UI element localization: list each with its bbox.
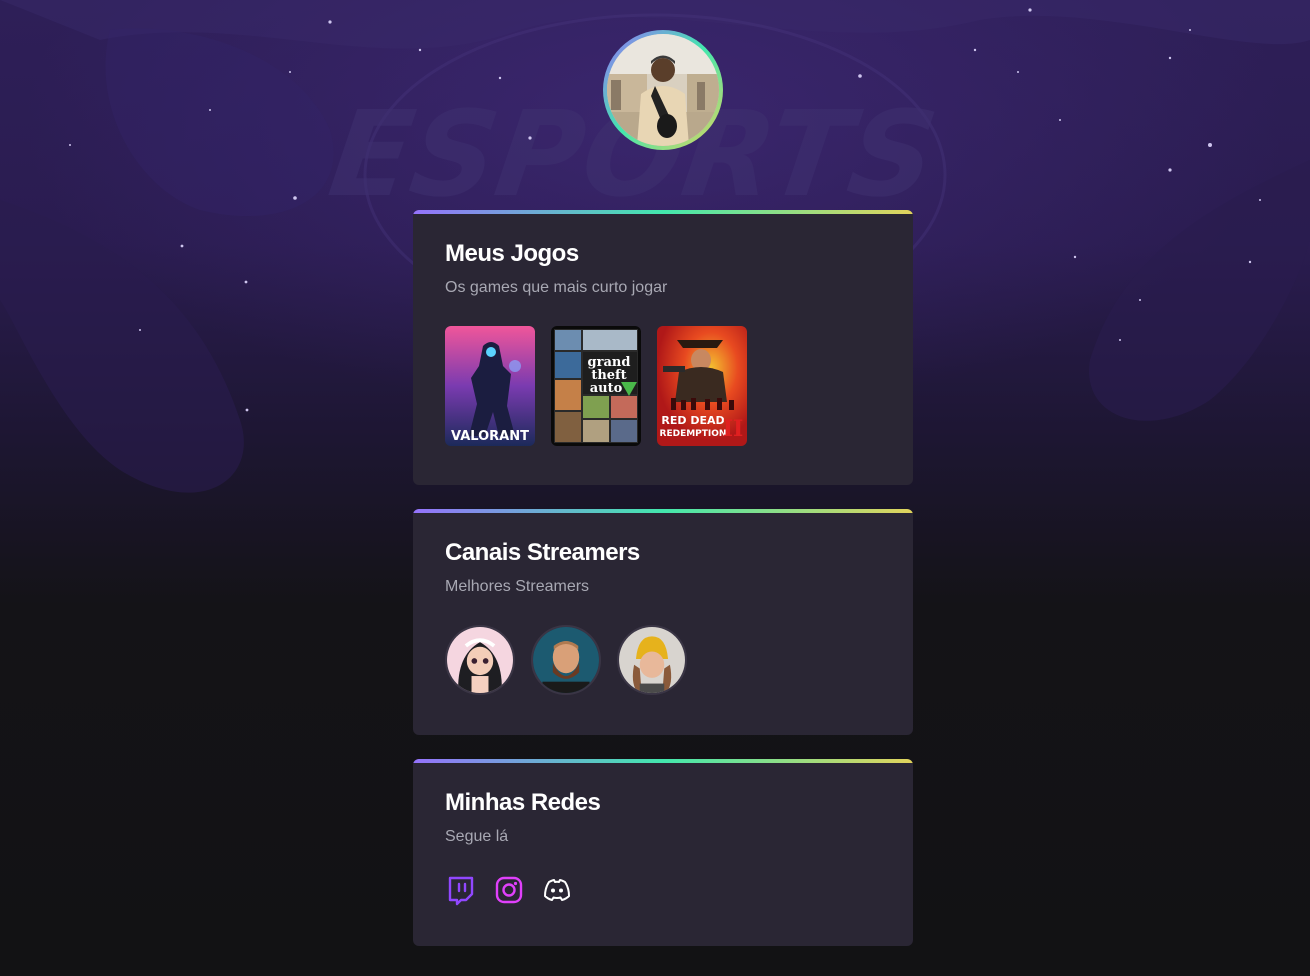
streamers-card-title: Canais Streamers [445, 539, 640, 566]
game-cover-gta-v[interactable]: grand theft auto [551, 326, 641, 446]
game-cover-valorant[interactable]: VALORANT [445, 326, 535, 446]
games-card: Meus Jogos Os games que mais curto jogar… [413, 210, 913, 485]
streamer-avatar-2[interactable] [531, 625, 601, 695]
streamers-list [445, 625, 687, 695]
streamers-card-subtitle: Melhores Streamers [445, 578, 590, 595]
games-card-subtitle: Os games que mais curto jogar [445, 279, 668, 296]
socials-card-title: Minhas Redes [445, 789, 601, 816]
valorant-cover-text: VALORANT [451, 429, 529, 444]
games-card-title: Meus Jogos [445, 240, 579, 267]
socials-list [445, 874, 573, 906]
game-cover-rdr2[interactable]: RED DEAD REDEMPTION II [657, 326, 747, 446]
discord-icon[interactable] [541, 874, 573, 906]
socials-card-subtitle: Segue lá [445, 828, 509, 845]
rdr2-cover-text-3: II [723, 416, 744, 442]
streamers-card: Canais Streamers Melhores Streamers [413, 509, 913, 735]
streamer-avatar-3[interactable] [617, 625, 687, 695]
rdr2-cover-text-2: REDEMPTION [660, 429, 727, 439]
profile-avatar [607, 34, 719, 146]
gta-cover-text-3: auto [590, 381, 623, 396]
games-list: VALORANT grand theft auto RED DEAD REDEM… [445, 326, 747, 446]
twitch-icon[interactable] [445, 874, 477, 906]
rdr2-cover-text-1: RED DEAD [661, 414, 724, 427]
profile-avatar-ring [603, 30, 723, 150]
socials-card: Minhas Redes Segue lá [413, 759, 913, 946]
instagram-icon[interactable] [493, 874, 525, 906]
streamer-avatar-1[interactable] [445, 625, 515, 695]
